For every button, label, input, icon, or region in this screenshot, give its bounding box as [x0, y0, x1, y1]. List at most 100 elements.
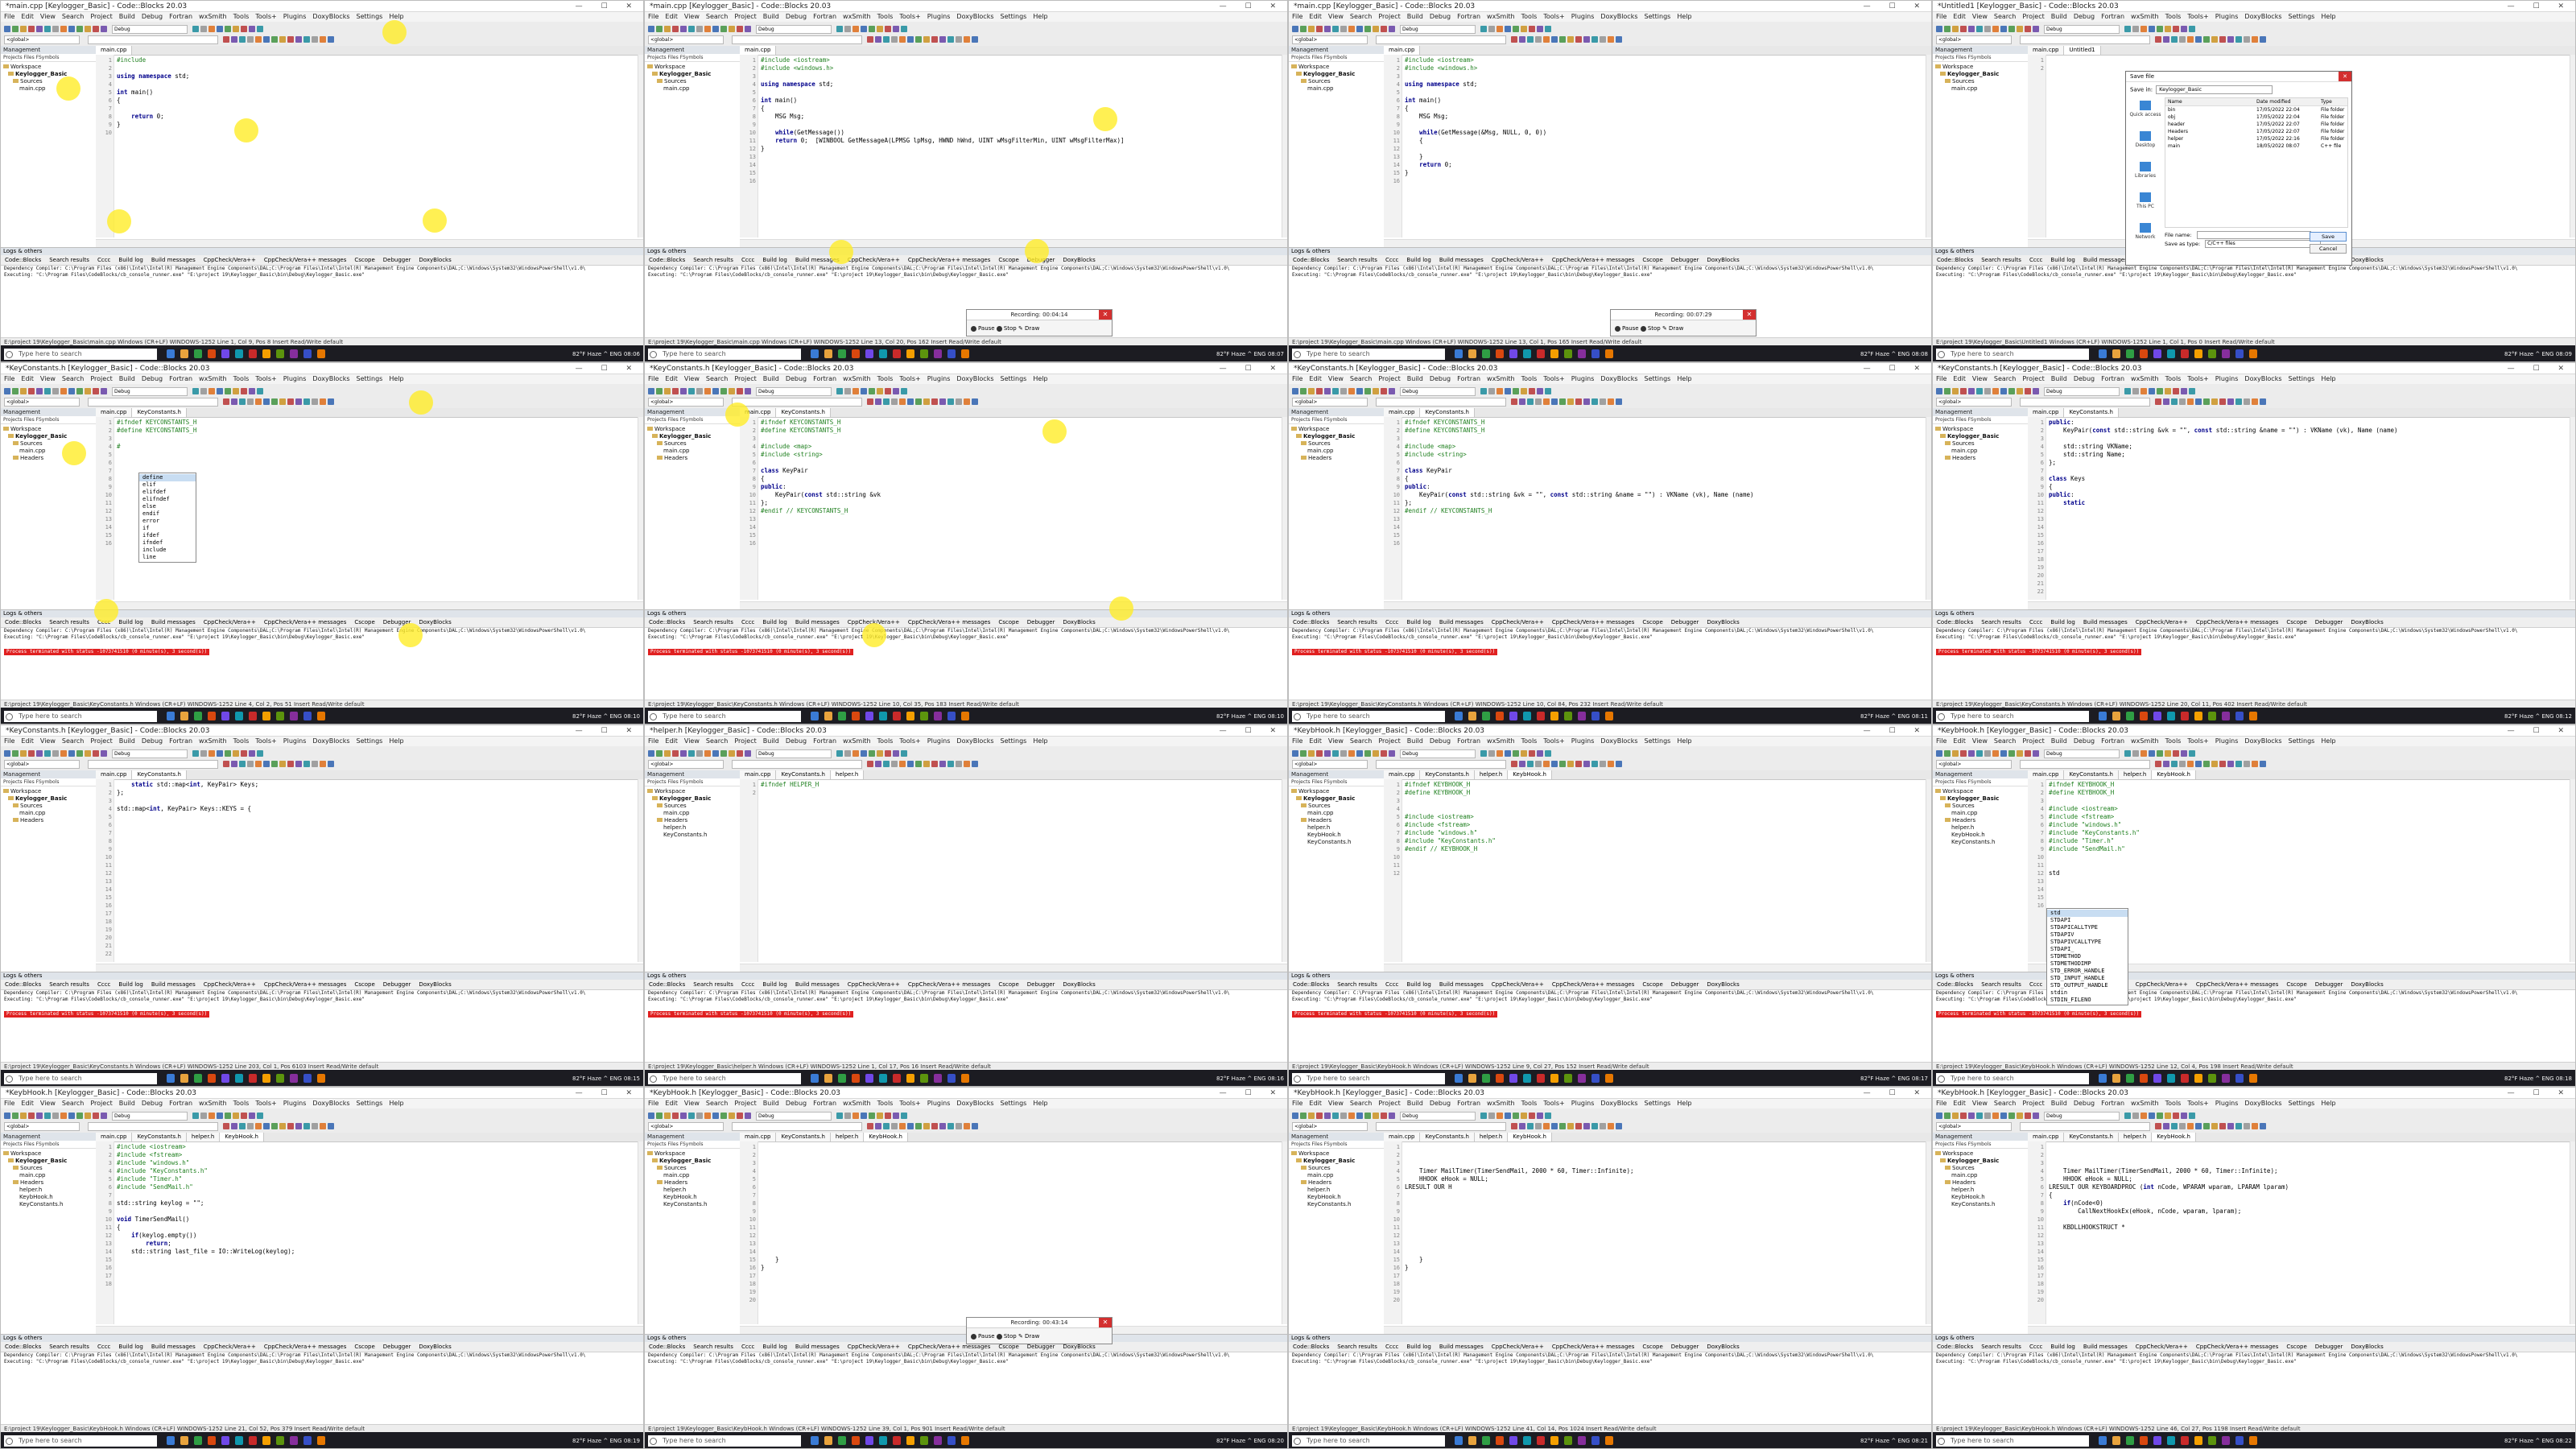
- menu-item-search[interactable]: Search: [1350, 13, 1372, 20]
- taskbar-app-icon[interactable]: [2235, 1074, 2244, 1083]
- menu-item-doxyblocks[interactable]: DoxyBlocks: [956, 13, 993, 20]
- taskbar-search[interactable]: Type here to search: [4, 711, 157, 722]
- menu-item-edit[interactable]: Edit: [1953, 1100, 1966, 1107]
- toolbar-icon[interactable]: [1992, 750, 1999, 757]
- toolbar-icon[interactable]: [1496, 750, 1503, 757]
- toolbar-icon[interactable]: [680, 750, 687, 757]
- menu-item-settings[interactable]: Settings: [1645, 1100, 1671, 1107]
- toolbar-icon[interactable]: [1535, 36, 1542, 43]
- vertical-scrollbar[interactable]: [638, 417, 643, 600]
- toolbar-icon[interactable]: [85, 1113, 91, 1119]
- vertical-scrollbar[interactable]: [2570, 1141, 2575, 1324]
- taskbar-app-icon[interactable]: [1496, 1436, 1504, 1445]
- menu-item-help[interactable]: Help: [1033, 1100, 1047, 1107]
- toolbar-icon[interactable]: [1543, 398, 1550, 405]
- tree-node[interactable]: Sources: [1935, 440, 2028, 448]
- toolbar-icon[interactable]: [263, 1123, 270, 1129]
- toolbar-icon[interactable]: [861, 1113, 867, 1119]
- function-combo[interactable]: [2020, 1122, 2150, 1131]
- tree-node[interactable]: KeybHook.h: [1935, 832, 2028, 839]
- menu-item-wxsmith[interactable]: wxSmith: [199, 1100, 227, 1107]
- logs-tab[interactable]: Search results: [1337, 257, 1377, 263]
- taskbar-app-icon[interactable]: [2153, 1436, 2161, 1445]
- taskbar-app-icon[interactable]: [1482, 712, 1490, 720]
- toolbar-icon[interactable]: [101, 388, 107, 394]
- toolbar-icon[interactable]: [923, 36, 930, 43]
- window-buttons[interactable]: — ☐ ✕: [2508, 725, 2572, 736]
- toolbar-icon[interactable]: [76, 750, 83, 757]
- toolbar-icon[interactable]: [223, 761, 229, 767]
- toolbar-icon[interactable]: [852, 388, 859, 394]
- toolbar-icon[interactable]: [2033, 26, 2039, 32]
- toolbar-icon[interactable]: [1559, 398, 1566, 405]
- menu-item-file[interactable]: File: [4, 375, 14, 382]
- toolbar-icon[interactable]: [1356, 1113, 1363, 1119]
- logs-tab[interactable]: DoxyBlocks: [419, 257, 451, 263]
- logs-tab[interactable]: Build messages: [2083, 619, 2128, 625]
- autocomplete-item[interactable]: STDMETHODIMP: [2047, 960, 2128, 968]
- code-text[interactable]: #include <iostream> #include <windows.h>…: [761, 56, 1279, 153]
- toolbar-icon[interactable]: [52, 388, 59, 394]
- toolbar-icon[interactable]: [656, 388, 663, 394]
- logs-tab[interactable]: Cscope: [354, 257, 374, 263]
- menu-item-edit[interactable]: Edit: [1309, 13, 1322, 20]
- file-tab[interactable]: KeybHook.h: [1508, 1133, 1552, 1141]
- logs-tab[interactable]: Cscope: [2286, 981, 2306, 988]
- menu-item-project[interactable]: Project: [90, 1100, 112, 1107]
- toolbar-icon[interactable]: [939, 36, 946, 43]
- logs-tab[interactable]: Search results: [1981, 981, 2021, 988]
- toolbar-icon[interactable]: [295, 1123, 302, 1129]
- tree-node[interactable]: Sources: [3, 1165, 96, 1172]
- tree-node[interactable]: Headers: [1291, 455, 1384, 462]
- toolbar-icon[interactable]: [1608, 1123, 1614, 1129]
- code-text[interactable]: #ifndef KEYBHOOK_H #define KEYBHOOK_H #i…: [1405, 781, 1923, 853]
- toolbar-icon[interactable]: [2165, 388, 2171, 394]
- toolbar-icon[interactable]: [2203, 36, 2210, 43]
- build-target-combo[interactable]: Debug: [1400, 749, 1476, 758]
- toolbar-icon[interactable]: [52, 1113, 59, 1119]
- toolbar-icon[interactable]: [648, 26, 654, 32]
- menu-item-project[interactable]: Project: [734, 13, 756, 20]
- toolbar-icon[interactable]: [2171, 1123, 2178, 1129]
- toolbar-icon[interactable]: [883, 1123, 890, 1129]
- toolbar-icon[interactable]: [2140, 750, 2147, 757]
- logs-tab[interactable]: Build log: [118, 257, 142, 263]
- logs-tab[interactable]: Code::Blocks: [649, 257, 685, 263]
- file-tab[interactable]: KeyConstants.h: [776, 770, 831, 779]
- place-item[interactable]: Network: [2129, 223, 2161, 250]
- logs-tab[interactable]: CppCheck/Vera++: [1492, 257, 1544, 263]
- toolbar-icon[interactable]: [1968, 388, 1975, 394]
- code-text[interactable]: Timer MailTimer(TimerSendMail, 2000 * 60…: [1405, 1143, 1923, 1272]
- taskbar-app-icon[interactable]: [1591, 1436, 1600, 1445]
- toolbar-icon[interactable]: [44, 26, 51, 32]
- toolbar-icon[interactable]: [1527, 761, 1534, 767]
- toolbar-icon[interactable]: [241, 26, 247, 32]
- scope-combo[interactable]: <global>: [648, 35, 724, 44]
- logs-tab[interactable]: Search results: [1981, 619, 2021, 625]
- stop-button[interactable]: Stop: [1004, 1333, 1018, 1340]
- tree-node[interactable]: helper.h: [3, 1187, 96, 1194]
- menu-item-edit[interactable]: Edit: [1309, 737, 1322, 745]
- taskbar-app-icon[interactable]: [1591, 1074, 1600, 1083]
- logs-tab[interactable]: CppCheck/Vera++: [204, 981, 256, 988]
- tree-node[interactable]: KeyConstants.h: [1291, 1201, 1384, 1208]
- window-buttons[interactable]: — ☐ ✕: [576, 1088, 640, 1098]
- menu-item-fortran[interactable]: Fortran: [813, 737, 836, 745]
- toolbar-icon[interactable]: [844, 388, 851, 394]
- logs-tab[interactable]: Build messages: [795, 981, 840, 988]
- function-combo[interactable]: [2020, 398, 2150, 407]
- toolbar-icon[interactable]: [2244, 398, 2250, 405]
- tree-node[interactable]: KeybHook.h: [1935, 1194, 2028, 1201]
- menu-item-wxsmith[interactable]: wxSmith: [2131, 375, 2159, 382]
- logs-tab[interactable]: Code::Blocks: [649, 1344, 685, 1350]
- taskbar-app-icon[interactable]: [194, 349, 202, 358]
- toolbar-icon[interactable]: [2235, 761, 2242, 767]
- toolbar-icon[interactable]: [2157, 750, 2163, 757]
- tree-node[interactable]: Keylogger_Basic: [647, 433, 740, 440]
- logs-tab[interactable]: Build log: [1406, 1344, 1430, 1350]
- file-tab[interactable]: KeyConstants.h: [1420, 770, 1475, 779]
- toolbar-icon[interactable]: [257, 388, 263, 394]
- toolbar-icon[interactable]: [1545, 1113, 1551, 1119]
- taskbar-app-icon[interactable]: [208, 1074, 216, 1083]
- tree-node[interactable]: Sources: [1291, 803, 1384, 810]
